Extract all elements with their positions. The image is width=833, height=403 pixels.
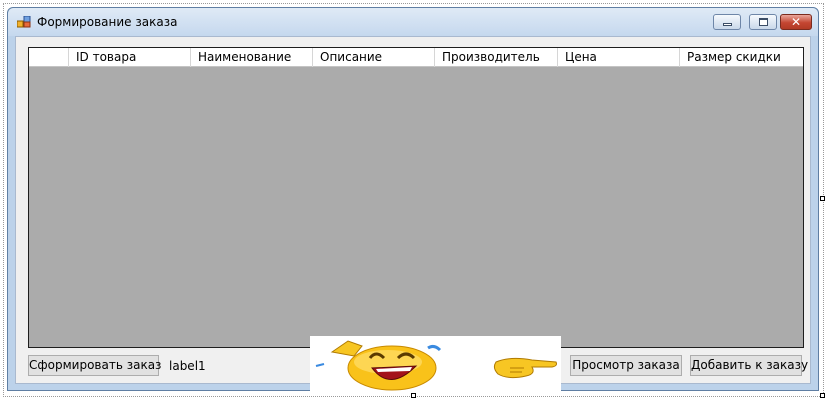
resize-handle-right[interactable] [820, 196, 825, 201]
add-to-order-button[interactable]: Добавить к заказу [690, 355, 808, 376]
column-header-id[interactable]: ID товара [69, 48, 191, 67]
column-header-description[interactable]: Описание [313, 48, 435, 67]
status-label: label1 [169, 359, 206, 373]
grid-header: ID товара Наименование Описание Производ… [29, 48, 803, 67]
window-title: Формирование заказа [37, 15, 178, 29]
maximize-button[interactable] [749, 14, 777, 30]
column-header-name[interactable]: Наименование [191, 48, 313, 67]
close-button[interactable]: ✕ [780, 14, 812, 30]
products-data-grid[interactable]: ID товара Наименование Описание Производ… [28, 47, 804, 348]
picture-box[interactable] [310, 336, 561, 392]
minimize-button[interactable] [713, 14, 741, 30]
title-bar[interactable]: Формирование заказа ✕ [8, 8, 818, 36]
form-app-icon [17, 16, 31, 28]
resize-handle-bottom[interactable] [411, 393, 416, 398]
laughing-emoji-icon [315, 340, 557, 391]
column-header-discount[interactable]: Размер скидки [680, 48, 803, 67]
view-order-button[interactable]: Просмотр заказа [570, 355, 682, 376]
column-header-manufacturer[interactable]: Производитель [435, 48, 558, 67]
row-header-column[interactable] [29, 48, 69, 67]
resize-handle-corner[interactable] [820, 393, 825, 398]
form-order-button[interactable]: Сформировать заказ [28, 355, 161, 376]
order-form-window: Формирование заказа ✕ ID товара Наименов… [7, 7, 819, 391]
form-client-area: ID товара Наименование Описание Производ… [15, 36, 811, 384]
column-header-price[interactable]: Цена [558, 48, 680, 67]
close-icon: ✕ [790, 15, 802, 29]
